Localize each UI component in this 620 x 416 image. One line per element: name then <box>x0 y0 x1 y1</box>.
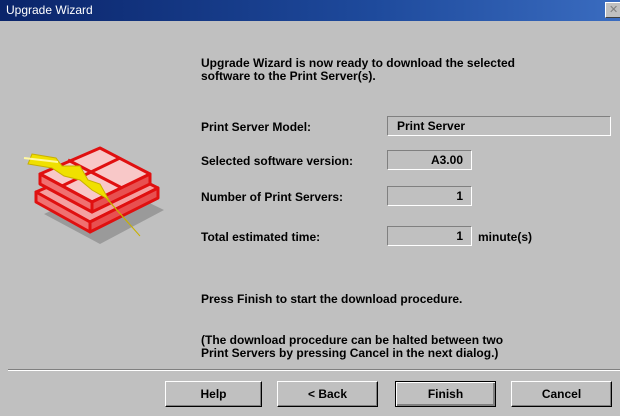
software-version-label: Selected software version: <box>201 154 354 168</box>
halt-note-line-2: Print Servers by pressing Cancel in the … <box>201 346 499 360</box>
estimated-time-unit: minute(s) <box>478 230 532 244</box>
print-server-lightning-icon <box>23 146 164 244</box>
button-separator <box>8 369 620 371</box>
finish-button[interactable]: Finish <box>395 381 496 407</box>
back-button[interactable]: < Back <box>277 381 378 407</box>
title-bar[interactable]: Upgrade Wizard ✕ <box>0 0 620 21</box>
intro-line-2: software to the Print Server(s). <box>201 69 376 83</box>
finish-instruction: Press Finish to start the download proce… <box>201 292 463 306</box>
software-version-field: A3.00 <box>387 150 472 170</box>
cancel-button[interactable]: Cancel <box>511 381 612 407</box>
server-count-field: 1 <box>387 186 472 206</box>
estimated-time-label: Total estimated time: <box>201 230 321 244</box>
print-server-model-field: Print Server <box>387 116 611 136</box>
upgrade-wizard-dialog: Upgrade Wizard ✕ Upgrade Wizard is now r… <box>0 0 620 416</box>
print-server-model-label: Print Server Model: <box>201 120 312 134</box>
close-icon[interactable]: ✕ <box>605 2 620 18</box>
server-count-label: Number of Print Servers: <box>201 190 344 204</box>
estimated-time-field: 1 <box>387 226 472 246</box>
window-title: Upgrade Wizard <box>6 3 93 17</box>
help-button[interactable]: Help <box>165 381 262 407</box>
